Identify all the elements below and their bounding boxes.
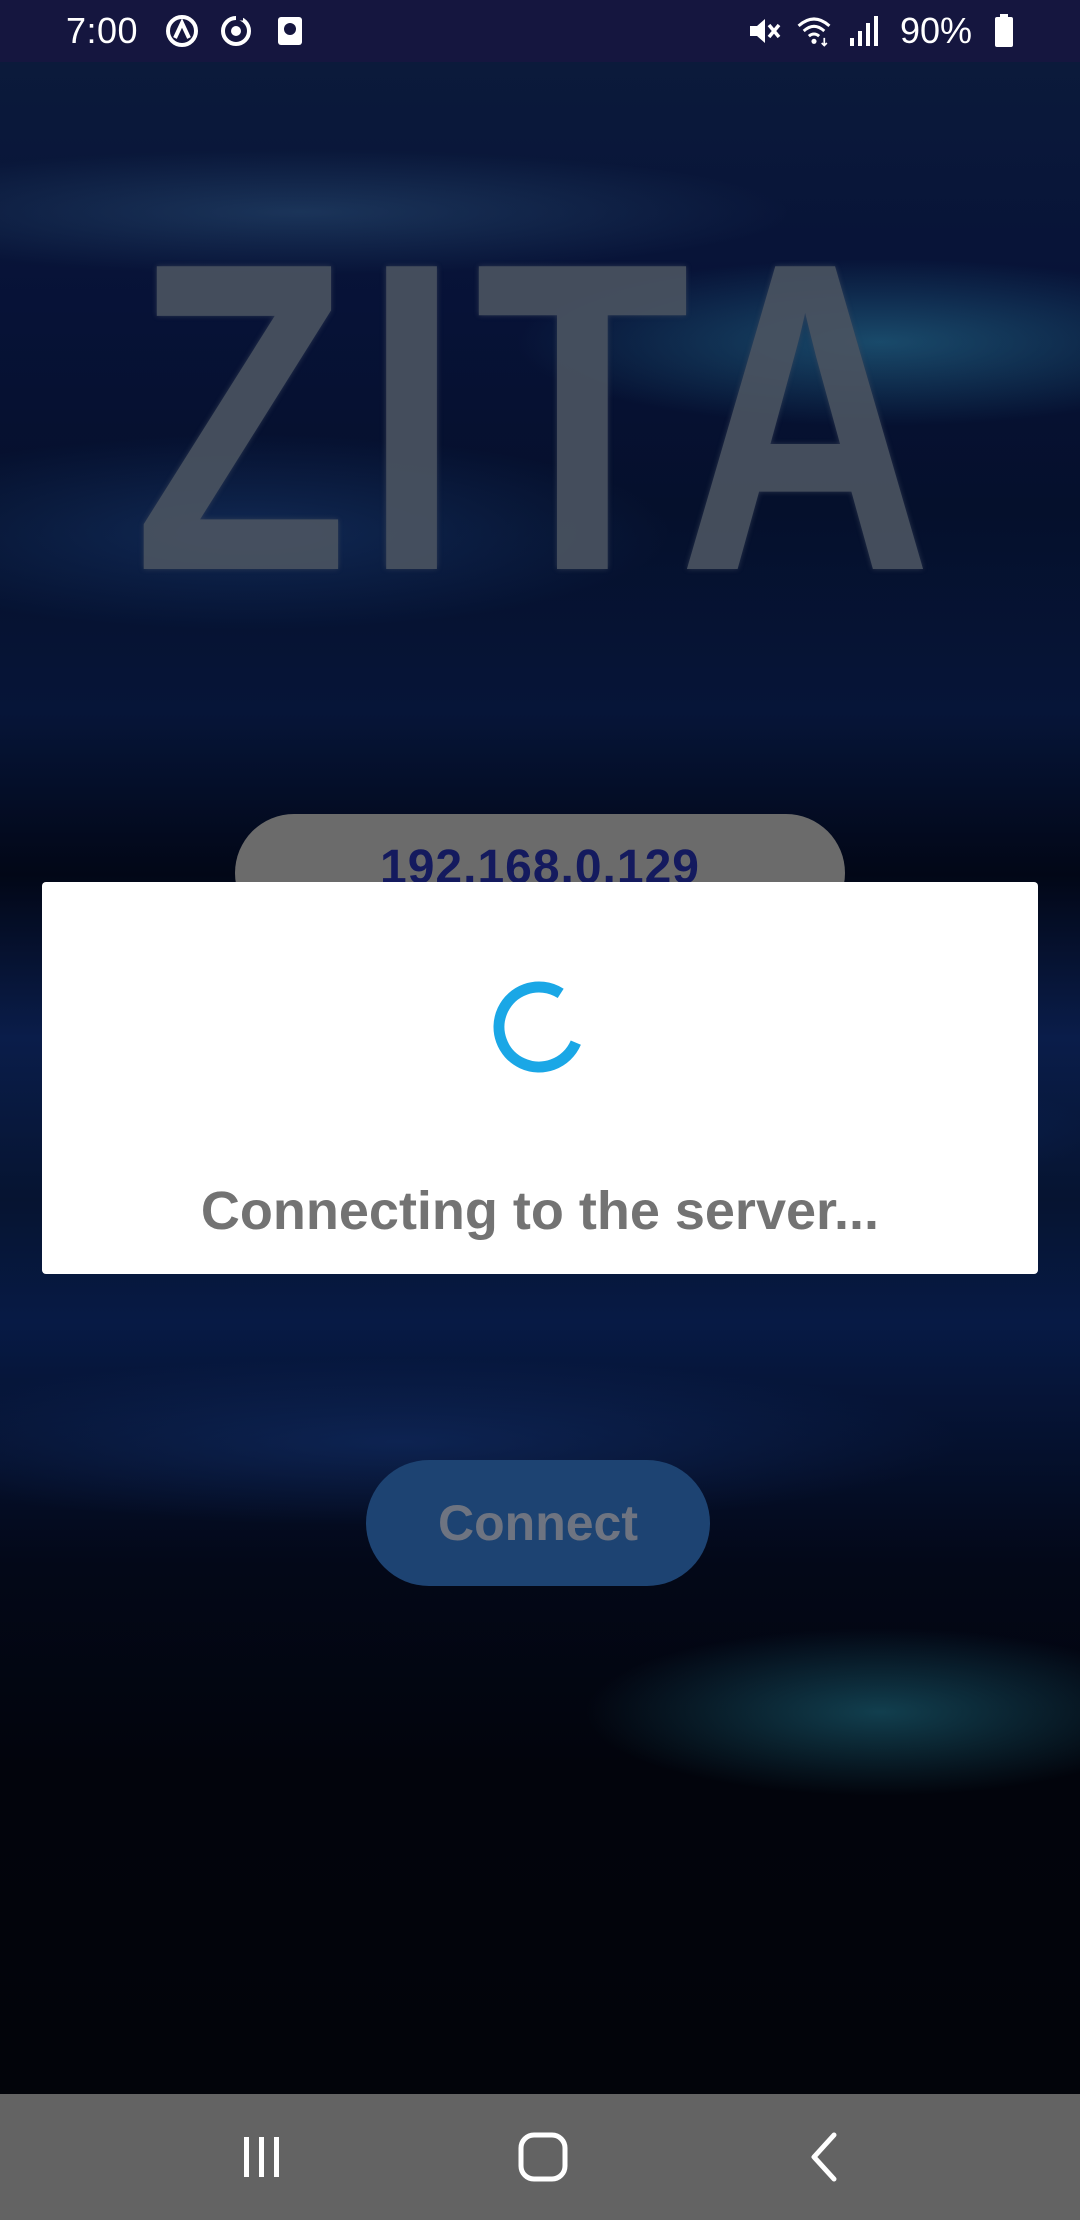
recents-icon (244, 2137, 279, 2177)
app-logo: ZITA (133, 172, 947, 663)
screenshot-icon (272, 13, 308, 49)
progress-dialog: Connecting to the server... (42, 882, 1038, 1274)
navigation-bar (0, 2094, 1080, 2220)
mute-icon (746, 13, 782, 49)
sync-icon (218, 13, 254, 49)
status-time: 7:00 (66, 10, 139, 51)
recents-button[interactable] (222, 2122, 302, 2192)
back-icon (811, 2132, 837, 2182)
status-bar-right: 90% (746, 0, 1022, 62)
screen: 7:00 90% ZITA 192.168.0.129 Connect Conn… (0, 0, 1080, 2220)
home-button[interactable] (503, 2122, 583, 2192)
status-bar: 7:00 90% (0, 0, 1080, 62)
home-icon (518, 2132, 568, 2182)
battery-icon (986, 13, 1022, 49)
vpn-icon (164, 13, 200, 49)
signal-icon (846, 13, 882, 49)
dialog-message: Connecting to the server... (200, 1181, 880, 1241)
loading-spinner-icon (493, 981, 585, 1073)
back-button[interactable] (784, 2122, 864, 2192)
wifi-icon (796, 13, 832, 49)
battery-percent: 90% (899, 10, 972, 51)
status-bar-left: 7:00 (66, 0, 308, 62)
connect-button[interactable]: Connect (366, 1460, 710, 1586)
